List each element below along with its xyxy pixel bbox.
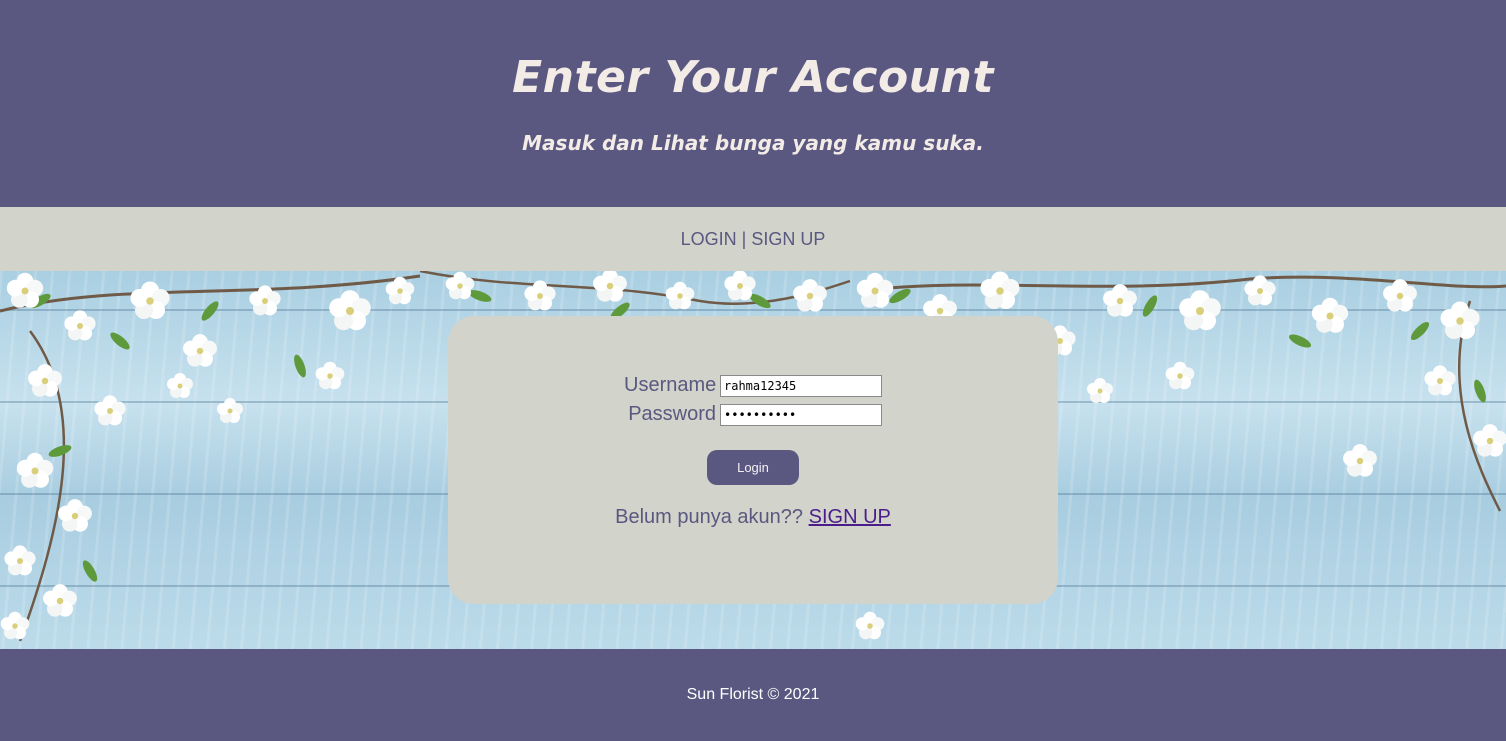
- password-row: Password: [448, 403, 1058, 426]
- signup-link[interactable]: SIGN UP: [809, 506, 891, 528]
- signup-prompt-line: Belum punya akun?? SIGN UP: [448, 506, 1058, 529]
- nav-signup-link[interactable]: SIGN UP: [751, 229, 825, 250]
- page-header: Enter Your Account Masuk dan Lihat bunga…: [0, 0, 1506, 207]
- nav-separator: |: [741, 228, 747, 249]
- nav-login-link[interactable]: LOGIN: [681, 229, 737, 250]
- login-card: Username Password Login Belum punya akun…: [448, 316, 1058, 604]
- signup-prompt-text: Belum punya akun??: [615, 506, 804, 528]
- footer-copyright: Sun Florist © 2021: [686, 686, 820, 703]
- login-button[interactable]: Login: [707, 450, 799, 485]
- page-subtitle: Masuk dan Lihat bunga yang kamu suka.: [522, 131, 984, 155]
- page-title: Enter Your Account: [512, 52, 994, 103]
- username-label: Username: [624, 374, 717, 396]
- password-input[interactable]: [720, 403, 882, 426]
- username-input[interactable]: [720, 374, 882, 397]
- page-footer: Sun Florist © 2021: [0, 649, 1506, 741]
- top-nav: LOGIN | SIGN UP: [0, 207, 1506, 271]
- password-label: Password: [628, 403, 716, 425]
- username-row: Username: [448, 374, 1058, 397]
